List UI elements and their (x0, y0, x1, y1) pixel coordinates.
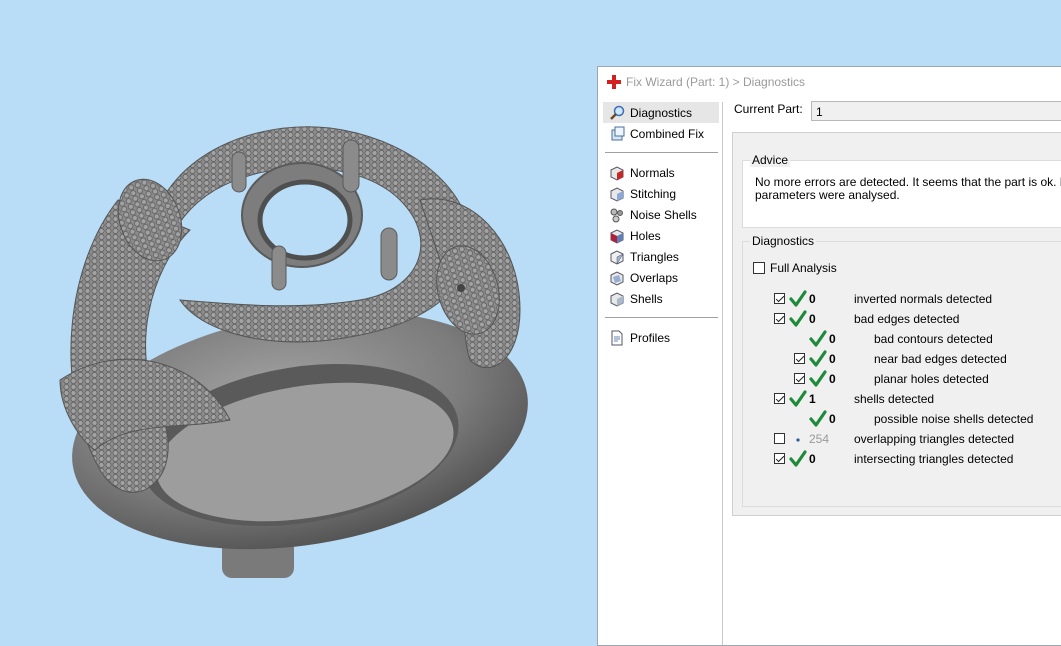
current-part-label: Current Part: (734, 102, 803, 116)
advice-title: Advice (750, 153, 791, 167)
nav-divider (605, 317, 718, 318)
diagnostic-row-bad-edges-detected: 0 bad edges detected (743, 310, 1061, 328)
combined-fix-icon (611, 126, 625, 140)
diagnostics-title: Diagnostics (750, 234, 817, 248)
wizard-nav: Diagnostics Combined Fix Normals Stitching… (603, 102, 723, 645)
ok-checkmark-icon (809, 410, 827, 427)
diagnostic-row-inverted-normals-detected: 0 inverted normals detected (743, 290, 1061, 308)
nav-item-normals[interactable]: Normals (603, 162, 722, 183)
nav-item-noise-shells[interactable]: Noise Shells (603, 204, 722, 225)
nav-item-stitching[interactable]: Stitching (603, 183, 722, 204)
diagnostic-label: possible noise shells detected (874, 412, 1034, 426)
magnifier-icon (610, 105, 625, 120)
diagnostic-row-overlapping-triangles-detected: 254 overlapping triangles detected (743, 430, 1061, 448)
diagnostic-label: intersecting triangles detected (854, 452, 1014, 466)
nav-item-label: Normals (630, 165, 675, 180)
nav-item-label: Triangles (630, 249, 679, 264)
diagnostic-checkbox[interactable] (794, 373, 805, 384)
advice-group: Advice No more errors are detected. It s… (742, 153, 1061, 228)
triangles-cube-icon (610, 249, 624, 265)
nav-item-label: Diagnostics (630, 105, 693, 120)
nav-item-overlaps[interactable]: Overlaps (603, 267, 722, 288)
nav-item-label: Overlaps (630, 270, 679, 285)
diagnostic-count: 0 (809, 312, 816, 326)
diagnostic-label: planar holes detected (874, 372, 989, 386)
unknown-dot-icon (796, 438, 800, 442)
nav-item-label: Noise Shells (630, 207, 697, 222)
ok-checkmark-icon (789, 450, 807, 467)
diagnostic-row-possible-noise-shells-detected: 0 possible noise shells detected (743, 410, 1061, 428)
nav-item-triangles[interactable]: Triangles (603, 246, 722, 267)
nav-item-shells[interactable]: Shells (603, 288, 722, 309)
fix-wizard-dialog: Fix Wizard (Part: 1) > Diagnostics Diagn… (597, 66, 1061, 646)
diagnostic-label: bad edges detected (854, 312, 960, 326)
diagnostics-group: Diagnostics Full Analysis 0 inverted norm… (742, 234, 1061, 507)
diagnostic-row-shells-detected: 1 shells detected (743, 390, 1061, 408)
nav-item-label: Shells (630, 291, 663, 306)
nav-item-profiles[interactable]: Profiles (603, 327, 722, 348)
diagnostic-label: bad contours detected (874, 332, 993, 346)
diagnostic-count: 1 (809, 392, 816, 406)
diagnostic-count: 0 (809, 292, 816, 306)
ok-checkmark-icon (809, 370, 827, 387)
wizard-content: Current Part: 1 Advice No more errors ar… (731, 101, 1061, 645)
nav-item-combined-fix[interactable]: Combined Fix (603, 123, 722, 144)
diagnostic-count: 0 (829, 332, 836, 346)
diagnostic-count: 0 (809, 452, 816, 466)
diagnostic-label: inverted normals detected (854, 292, 993, 306)
ok-checkmark-icon (789, 390, 807, 407)
diagnostic-count: 0 (829, 352, 836, 366)
diagnostic-checkbox[interactable] (774, 293, 785, 304)
shells-cube-icon (610, 291, 624, 307)
diagnostic-row-planar-holes-detected: 0 planar holes detected (743, 370, 1061, 388)
full-analysis-toggle[interactable]: Full Analysis (753, 261, 837, 275)
noise-shells-icon (610, 208, 623, 222)
red-cross-icon (607, 75, 621, 89)
3d-viewport[interactable] (0, 0, 600, 636)
ok-checkmark-icon (789, 310, 807, 327)
window-title: Fix Wizard (Part: 1) > Diagnostics (626, 75, 806, 89)
current-part-row: Current Part: 1 (734, 101, 1061, 124)
ok-checkmark-icon (809, 330, 827, 347)
full-analysis-label: Full Analysis (770, 261, 837, 275)
nav-divider (605, 152, 718, 153)
diagnostic-label: shells detected (854, 392, 935, 406)
ok-checkmark-icon (789, 290, 807, 307)
nav-item-label: Combined Fix (630, 126, 705, 141)
diagnostic-row-near-bad-edges-detected: 0 near bad edges detected (743, 350, 1061, 368)
stitching-cube-icon (610, 186, 624, 202)
nav-item-label: Stitching (630, 186, 677, 201)
overlaps-cube-icon (610, 270, 624, 286)
diagnostic-checkbox[interactable] (774, 453, 785, 464)
holes-cube-icon (610, 228, 624, 244)
diagnostic-checkbox[interactable] (774, 313, 785, 324)
diagnostic-label: near bad edges detected (874, 352, 1007, 366)
nav-item-diagnostics[interactable]: Diagnostics (603, 102, 719, 123)
nav-item-holes[interactable]: Holes (603, 225, 722, 246)
diagnostic-checkbox[interactable] (774, 393, 785, 404)
diagnostic-count: 254 (809, 432, 830, 446)
nav-item-label: Profiles (630, 330, 671, 345)
nav-item-label: Holes (630, 228, 661, 243)
advice-text: No more errors are detected. It seems th… (755, 175, 1061, 202)
title-bar[interactable]: Fix Wizard (Part: 1) > Diagnostics (598, 67, 1061, 97)
ring-model[interactable] (0, 0, 600, 636)
diagnostics-panel: Advice No more errors are detected. It s… (732, 132, 1061, 516)
diagnostic-row-bad-contours-detected: 0 bad contours detected (743, 330, 1061, 348)
normals-cube-icon (610, 165, 624, 181)
profiles-document-icon (611, 330, 623, 345)
ok-checkmark-icon (809, 350, 827, 367)
diagnostic-count: 0 (829, 412, 836, 426)
diagnostic-row-intersecting-triangles-detected: 0 intersecting triangles detected (743, 450, 1061, 468)
diagnostic-count: 0 (829, 372, 836, 386)
diagnostic-checkbox[interactable] (774, 433, 785, 444)
diagnostic-checkbox[interactable] (794, 353, 805, 364)
diagnostic-label: overlapping triangles detected (854, 432, 1015, 446)
full-analysis-checkbox[interactable] (753, 262, 765, 274)
current-part-field[interactable]: 1 (811, 101, 1061, 121)
